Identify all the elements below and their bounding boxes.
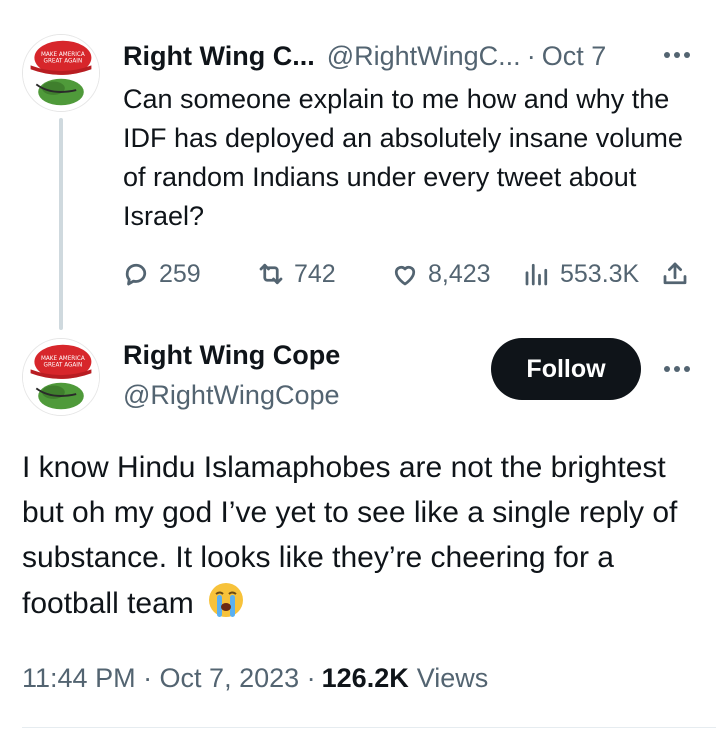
share-icon <box>663 262 687 285</box>
tweet-timestamp[interactable]: 11:44 PM · Oct 7, 2023 · <box>22 663 316 694</box>
views-label: Views <box>416 662 489 693</box>
reply-button[interactable]: 259 <box>121 256 201 292</box>
header-separator: · <box>526 40 536 71</box>
like-icon <box>394 265 416 286</box>
tweet-text: Can someone explain to me how and why th… <box>123 84 683 231</box>
pepe-avatar-image: MAKE AMERICA GREAT AGAIN <box>23 35 99 111</box>
tweet-body: I know Hindu Islamaphobes are not the br… <box>22 451 678 620</box>
views-button[interactable]: 553.3K <box>522 256 639 292</box>
more-icon[interactable] <box>664 366 690 372</box>
divider <box>22 727 716 728</box>
author-avatar[interactable]: MAKE AMERICA GREAT AGAIN <box>22 338 100 416</box>
views-count: 553.3K <box>560 259 640 288</box>
reply-count: 259 <box>159 259 201 288</box>
thread-connector-line <box>59 118 63 330</box>
svg-text:GREAT AGAIN: GREAT AGAIN <box>44 59 83 65</box>
more-icon[interactable] <box>664 52 690 58</box>
views-count: 126.2K <box>321 662 409 693</box>
repost-count: 742 <box>294 259 336 288</box>
author-avatar[interactable]: MAKE AMERICA GREAT AGAIN <box>22 34 100 112</box>
follow-button[interactable]: Follow <box>491 338 641 400</box>
views-icon <box>525 263 548 286</box>
tweet-date[interactable]: Oct 7 <box>542 41 607 72</box>
author-handle[interactable]: @RightWingCope <box>123 380 340 411</box>
author-name[interactable]: Right Wing Cope <box>123 340 340 371</box>
crying-face-emoji <box>209 583 244 617</box>
tweet-actions-bar: 259 742 8,423 553.3K <box>118 256 698 292</box>
reply-icon <box>125 263 147 286</box>
tweet-meta: 11:44 PM · Oct 7, 2023 · 126.2K Views <box>22 658 488 698</box>
svg-text:GREAT AGAIN: GREAT AGAIN <box>44 363 83 369</box>
share-button[interactable] <box>660 256 690 292</box>
svg-text:MAKE AMERICA: MAKE AMERICA <box>41 52 85 58</box>
tweet-text: I know Hindu Islamaphobes are not the br… <box>22 445 702 626</box>
pepe-avatar-image: MAKE AMERICA GREAT AGAIN <box>23 339 99 415</box>
repost-button[interactable]: 742 <box>256 256 336 292</box>
author-name[interactable]: Right Wing C... <box>123 41 315 72</box>
repost-icon <box>259 263 283 285</box>
like-button[interactable]: 8,423 <box>390 256 491 292</box>
svg-text:MAKE AMERICA: MAKE AMERICA <box>41 356 85 362</box>
tweet-header: Right Wing C... @RightWingC... · Oct 7 <box>123 36 606 76</box>
like-count: 8,423 <box>428 259 491 288</box>
author-handle[interactable]: @RightWingC... <box>327 41 521 72</box>
